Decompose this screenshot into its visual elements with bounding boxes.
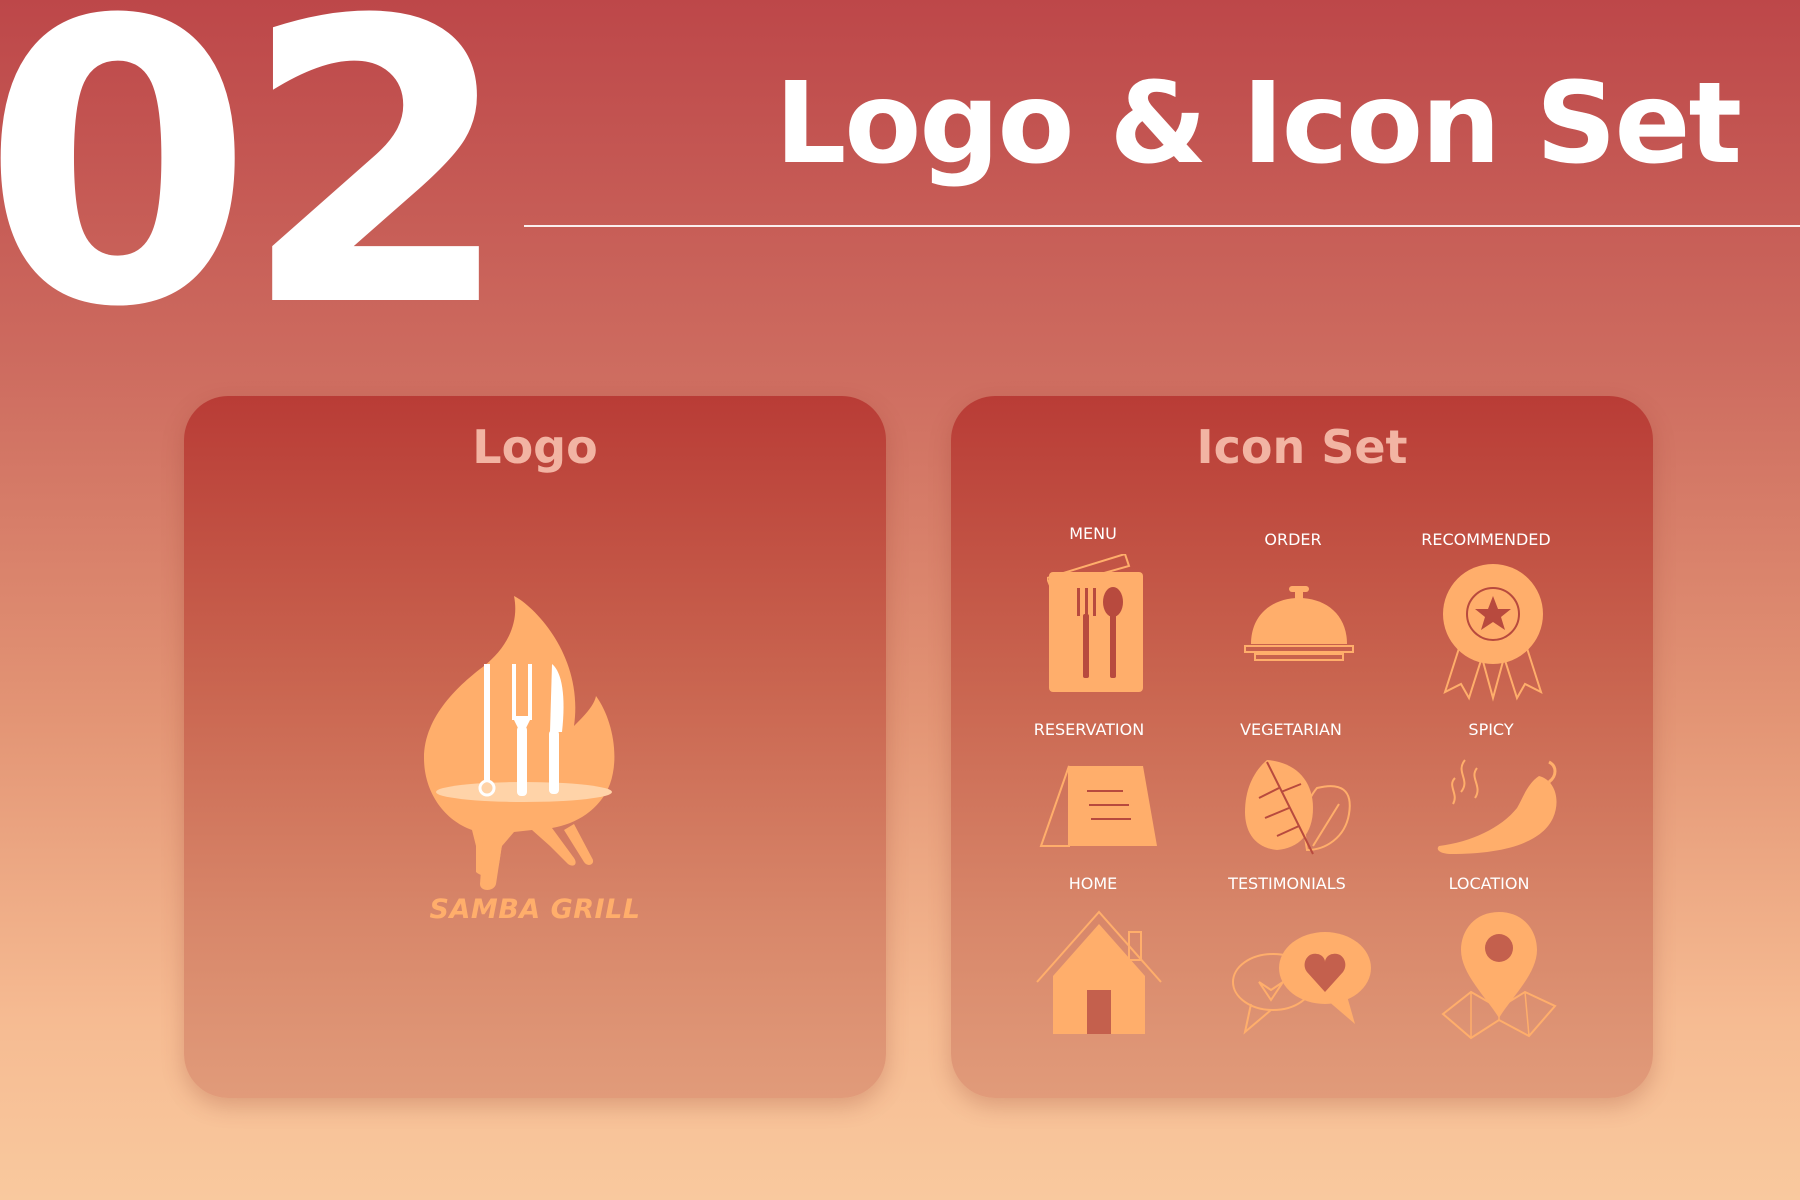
icon-set-card: Icon Set MENU ORDER RECOMMENDED RESERVAT… [951, 396, 1653, 1098]
map-pin-icon [1441, 912, 1557, 1040]
samba-grill-logo-icon [424, 596, 615, 890]
icon-label-spicy: SPICY [1468, 720, 1514, 739]
title-divider [524, 225, 1800, 227]
menu-icon [1047, 554, 1143, 692]
chili-pepper-icon [1437, 759, 1557, 854]
icon-label-order: ORDER [1264, 530, 1322, 549]
icon-set-card-heading: Icon Set [1196, 420, 1408, 474]
service-bell-icon [1244, 586, 1354, 661]
reserved-sign-icon [1039, 765, 1157, 847]
page-title: Logo & Icon Set [775, 59, 1742, 189]
icon-label-location: LOCATION [1448, 874, 1530, 893]
house-icon [1036, 910, 1162, 1034]
chat-heart-icon [1232, 932, 1371, 1035]
award-badge-icon [1443, 564, 1543, 702]
icon-label-menu: MENU [1069, 524, 1117, 543]
icon-label-testimonials: TESTIMONIALS [1228, 874, 1346, 893]
icon-label-recommended: RECOMMENDED [1421, 530, 1551, 549]
icon-label-reservation: RESERVATION [1033, 720, 1145, 739]
leaf-icon [1245, 760, 1351, 855]
section-number: 02 [0, 0, 513, 392]
icon-label-vegetarian: VEGETARIAN [1240, 720, 1342, 739]
logo-card: Logo SAMBA GRILL [184, 396, 886, 1098]
brand-text: SAMBA GRILL [429, 894, 641, 925]
icon-label-home: HOME [1068, 874, 1118, 893]
logo-card-heading: Logo [472, 420, 598, 474]
